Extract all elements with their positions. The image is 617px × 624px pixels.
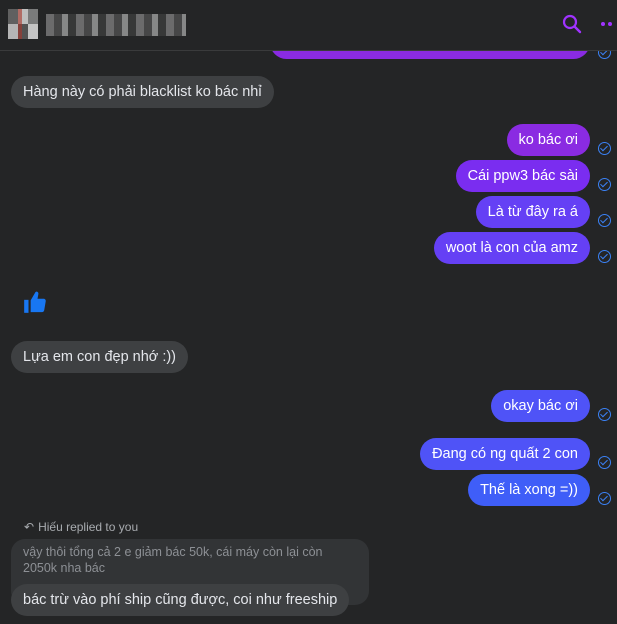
message-bubble[interactable]: Thế là xong =)) [468, 474, 590, 506]
message-bubble[interactable]: Là từ đây ra á [475, 196, 590, 228]
reply-label-text: Hiếu replied to you [38, 520, 139, 534]
reply-indicator: ↶ Hiếu replied to you [24, 520, 138, 534]
thumbs-up-icon[interactable] [22, 289, 48, 320]
message-bubble[interactable]: Hàng này có phải blacklist ko bác nhỉ [11, 76, 274, 108]
message-bubble[interactable]: woot là con của amz [433, 232, 590, 264]
read-receipt-icon [598, 492, 611, 505]
chat-header [0, 0, 617, 51]
message-list: Hàng này có phải blacklist ko bác nhỉ ko… [0, 0, 617, 624]
more-icon[interactable] [600, 16, 617, 38]
message-bubble[interactable]: Cái ppw3 bác sài [455, 160, 590, 192]
read-receipt-icon [598, 178, 611, 191]
avatar[interactable] [8, 9, 38, 39]
reply-arrow-icon: ↶ [24, 520, 35, 534]
message-bubble[interactable]: okay bác ơi [491, 390, 590, 422]
read-receipt-icon [598, 142, 611, 155]
message-bubble[interactable]: ko bác ơi [506, 124, 590, 156]
contact-name[interactable] [46, 14, 186, 36]
read-receipt-icon [598, 456, 611, 469]
message-bubble[interactable]: bác trừ vào phí ship cũng được, coi như … [11, 584, 350, 616]
read-receipt-icon [598, 250, 611, 263]
message-bubble[interactable]: Lựa em con đẹp nhớ :)) [11, 341, 189, 373]
read-receipt-icon [598, 214, 611, 227]
search-icon[interactable] [562, 14, 582, 39]
read-receipt-icon [598, 408, 611, 421]
message-bubble[interactable]: Đang có ng quất 2 con [420, 438, 590, 470]
